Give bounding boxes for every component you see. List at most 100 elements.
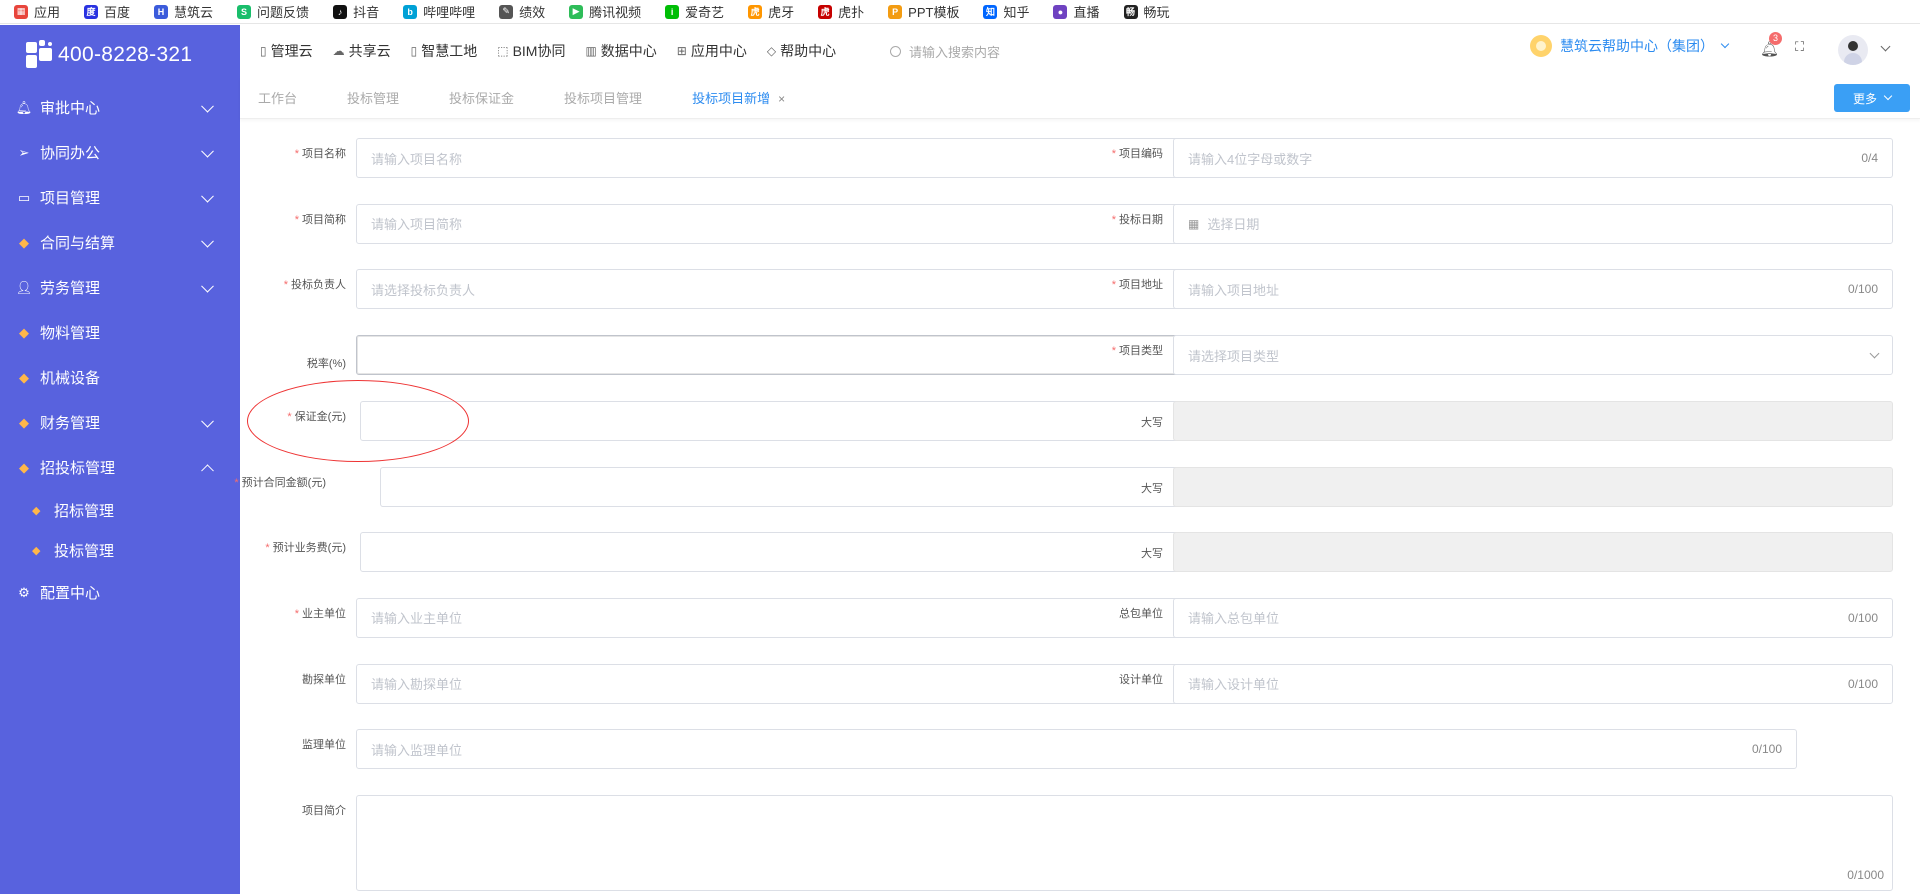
tencent-video-icon: ▶ (569, 4, 584, 19)
more-button[interactable]: 更多 (1834, 84, 1910, 112)
tab-1[interactable]: 投标管理 (347, 88, 399, 107)
sidebar-item-5[interactable]: ◆ 物料管理 (0, 310, 240, 355)
field-placeholder: 请输入设计单位 (1188, 677, 1280, 693)
tab-0[interactable]: 工作台 (258, 88, 297, 107)
sidebar-item-label: 审批中心 (40, 100, 101, 117)
field-label: 税率(%) (307, 355, 346, 371)
sidebar-item-3[interactable]: ◆ 合同与结算 (0, 220, 240, 265)
top-nav-item-5[interactable]: ⊞ 应用中心 (677, 41, 747, 61)
bookmark-pen[interactable]: ✎ 绩效 (499, 2, 545, 21)
sidebar-item-4[interactable]: 👤︎ 劳务管理 (0, 265, 240, 310)
top-nav-item-6[interactable]: ◇ 帮助中心 (767, 41, 836, 61)
bid-date-picker[interactable]: ▦ 选择日期 (1173, 203, 1893, 244)
top-nav-item-2[interactable]: ▯ 智慧工地 (411, 41, 478, 61)
page-tabs: 工作台 投标管理 投标保证金 投标项目管理 投标项目新增 × 更多 (240, 77, 1920, 119)
bookmark-tencent-video[interactable]: ▶ 腾讯视频 (569, 2, 641, 21)
sidebar-item-1[interactable]: ➢ 协同办公 (0, 130, 240, 175)
bookmark-label: 爱奇艺 (685, 5, 725, 20)
bookmark-huizhuyun[interactable]: H 慧筑云 (154, 2, 213, 21)
char-counter: 0/4 (1861, 151, 1878, 165)
logo-icon (24, 40, 54, 70)
notification-bell[interactable]: 🔔︎ 3 (1760, 32, 1783, 58)
search-input[interactable]: 请输入搜索内容 (909, 42, 1000, 61)
field-label-text: 项目编码 (1119, 148, 1163, 160)
live-icon: ● (1053, 4, 1068, 19)
project-code-input[interactable]: 请输入4位字母或数字 0/4 (1173, 138, 1893, 178)
close-icon[interactable]: × (778, 92, 785, 106)
bookmark-label: 问题反馈 (257, 5, 310, 20)
field-placeholder: 请输入监理单位 (371, 742, 463, 758)
sidebar-item-label: 协同办公 (40, 145, 101, 162)
bookmark-zhihu[interactable]: 知知乎 (983, 2, 1029, 21)
sidebar-item-0[interactable]: 🔔︎ 审批中心 (0, 85, 240, 130)
logo[interactable]: 400-8228-321 (0, 25, 240, 85)
help-center-switcher[interactable]: 慧筑云帮助中心（集团） (1530, 35, 1730, 57)
required-asterisk: * (294, 213, 299, 226)
doc-icon: ▯ (260, 44, 267, 58)
bookmark-label: 虎扑 (838, 5, 865, 20)
bookmark-ppt[interactable]: P PPT模板 (888, 2, 959, 21)
project-address-input[interactable]: 请输入项目地址 0/100 (1173, 269, 1893, 310)
bookmark-baidu[interactable]: 度百度 (84, 2, 130, 21)
bookmark-game[interactable]: 畅畅玩 (1123, 2, 1170, 21)
required-asterisk: * (234, 476, 239, 489)
avatar[interactable] (1838, 35, 1868, 65)
sidebar-item-6[interactable]: ◆ 机械设备 (0, 355, 240, 400)
notification-badge: 3 (1769, 32, 1783, 45)
sidebar-item-7[interactable]: ◆ 财务管理 (0, 400, 240, 445)
supervision-unit-input[interactable]: 请输入监理单位 0/100 (356, 729, 1797, 770)
sidebar-item-8[interactable]: ◆ 招投标管理 (0, 445, 240, 490)
sidebar-item-label: 配置中心 (40, 585, 101, 602)
sidebar-subitem-1[interactable]: ◆ 投标管理 (0, 530, 240, 570)
design-unit-input[interactable]: 请输入设计单位 0/100 (1173, 663, 1893, 704)
gem-icon: ◆ (19, 324, 29, 340)
deposit-uppercase-display (1173, 400, 1893, 441)
cloud-icon: ☁ (332, 44, 345, 58)
sidebar-item-2[interactable]: ▭ 项目管理 (0, 175, 240, 220)
field-label: 项目简介 (302, 802, 346, 818)
search-box[interactable]: 请输入搜索内容 (890, 39, 1130, 63)
bookmark-douyin[interactable]: ♪ 抖音 (333, 2, 379, 21)
fullscreen-icon[interactable]: ⛶ (1795, 39, 1804, 55)
bookmark-label: 直播 (1073, 5, 1100, 20)
top-nav-label: 管理云 (270, 43, 313, 59)
top-nav-item-4[interactable]: ▥ 数据中心 (585, 41, 656, 61)
required-asterisk: * (1111, 213, 1116, 226)
sidebar-subitem-0[interactable]: ◆ 招标管理 (0, 490, 240, 530)
gem-icon: ◆ (19, 234, 29, 250)
project-type-select[interactable]: 请选择项目类型 (1173, 335, 1893, 376)
project-intro-textarea[interactable]: 0/1000 (356, 795, 1893, 891)
sidebar: 400-8228-321 🔔︎ 审批中心 ➢ 协同办公 ▭ 项目管理 ◆ 合同与结算 👤︎ 劳务管… (0, 25, 240, 894)
field-label-text: 大写 (1141, 416, 1163, 429)
chevron-down-icon[interactable] (1880, 41, 1891, 52)
help-center-icon (1530, 35, 1552, 57)
bookmark-feedback[interactable]: S 问题反馈 (237, 2, 309, 21)
tab-3[interactable]: 投标项目管理 (564, 88, 642, 107)
general-contractor-input[interactable]: 请输入总包单位 0/100 (1173, 597, 1893, 638)
bookmark-live[interactable]: ● 直播 (1053, 2, 1100, 21)
sidebar-item-label: 财务管理 (40, 415, 101, 432)
tab-label: 投标项目管理 (564, 91, 643, 106)
chevron-down-icon (201, 144, 214, 158)
tab-4[interactable]: 投标项目新增 × (692, 88, 785, 107)
bookmark-label: 应用 (34, 5, 61, 20)
bookmark-apps-grid[interactable]: ▦ 应用 (14, 2, 60, 21)
required-asterisk: * (1111, 345, 1116, 358)
bookmark-bilibili[interactable]: b 哔哩哔哩 (403, 2, 475, 21)
tab-2[interactable]: 投标保证金 (449, 88, 514, 107)
field-placeholder: 请输入项目名称 (371, 151, 463, 167)
sidebar-item-9[interactable]: ⚙ 配置中心 (0, 570, 240, 615)
top-nav-item-3[interactable]: ⬚ BIM协同 (497, 41, 565, 61)
tab-label: 工作台 (258, 91, 298, 106)
chevron-down-icon (201, 99, 214, 113)
field-label-text: 总包单位 (1119, 607, 1163, 620)
top-nav-item-0[interactable]: ▯ 管理云 (260, 41, 313, 61)
baidu-icon: 度 (84, 4, 99, 19)
bookmark-iqiyi[interactable]: i 爱奇艺 (665, 2, 724, 21)
bookmark-huya[interactable]: 虎虎牙 (748, 2, 794, 21)
help-center-label: 慧筑云帮助中心（集团） (1560, 38, 1714, 54)
gear-icon: ⚙ (18, 584, 30, 600)
top-nav-item-1[interactable]: ☁ 共享云 (333, 41, 391, 61)
doc-icon: ▯ (410, 44, 418, 58)
bookmark-hupu[interactable]: 虎虎扑 (818, 2, 864, 21)
